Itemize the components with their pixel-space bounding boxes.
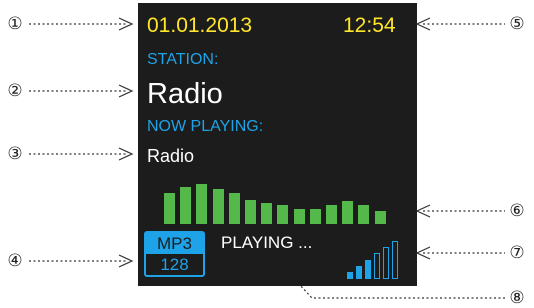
- date-display: 01.01.2013: [147, 14, 253, 37]
- now-playing-value: Radio: [147, 146, 195, 166]
- signal-bar: [374, 253, 380, 279]
- callout-6: ⑥: [509, 201, 525, 221]
- station-name: Radio: [147, 78, 223, 110]
- callout-8: ⑧: [509, 288, 525, 308]
- format-badge: MP3 128: [144, 231, 205, 277]
- equalizer-bar: [229, 193, 240, 224]
- equalizer-bar: [245, 200, 256, 224]
- equalizer-bar: [261, 203, 272, 224]
- signal-bar: [347, 272, 353, 279]
- equalizer-bar: [326, 205, 337, 224]
- signal-bar: [365, 260, 371, 279]
- signal-bar: [392, 241, 398, 279]
- playback-status: PLAYING ...: [221, 233, 313, 252]
- equalizer-bar: [277, 205, 288, 224]
- bitrate-label: 128: [160, 255, 189, 274]
- signal-bar: [383, 247, 389, 279]
- equalizer-bar: [375, 211, 386, 224]
- signal-bar: [356, 266, 362, 279]
- equalizer-bar: [358, 205, 369, 224]
- callout-4: ④: [7, 251, 23, 271]
- equalizer-bar: [213, 189, 224, 224]
- equalizer-bar: [294, 209, 305, 224]
- equalizer-bar: [342, 201, 353, 224]
- equalizer-bar: [180, 187, 191, 224]
- callout-1: ①: [7, 14, 23, 34]
- format-label: MP3: [146, 233, 203, 254]
- callout-5: ⑤: [509, 14, 525, 34]
- now-playing-label: NOW PLAYING:: [147, 118, 264, 135]
- equalizer-bar: [310, 209, 321, 224]
- callout-2: ②: [7, 81, 23, 101]
- equalizer-bar: [196, 184, 207, 224]
- equalizer-bar: [164, 193, 175, 224]
- callout-7: ⑦: [509, 243, 525, 263]
- callout-3: ③: [7, 144, 23, 164]
- station-label: STATION:: [147, 51, 219, 68]
- time-display: 12:54: [343, 14, 396, 37]
